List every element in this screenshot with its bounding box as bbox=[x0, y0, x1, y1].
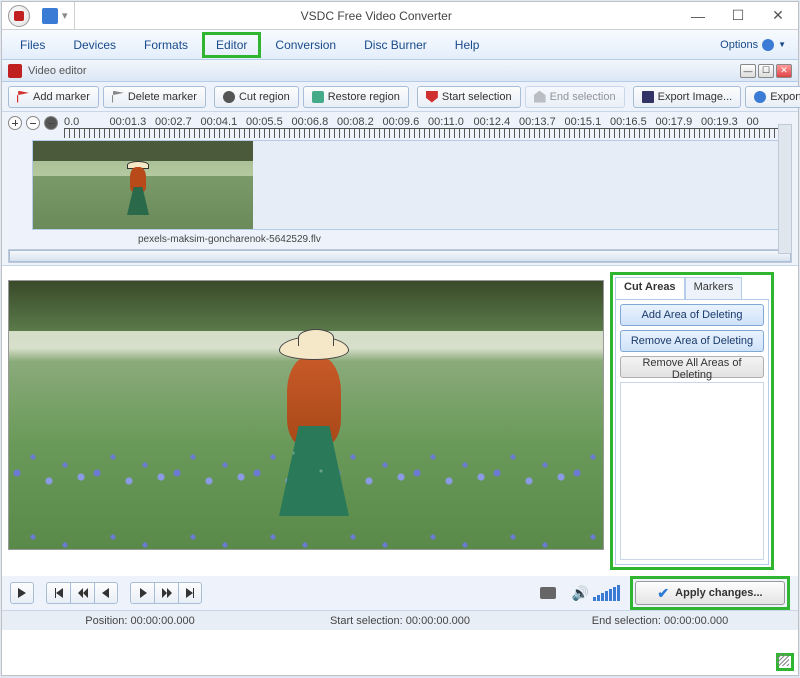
status-position: Position: 00:00:00.000 bbox=[10, 615, 270, 627]
play-button[interactable] bbox=[10, 582, 34, 604]
selection-end-icon bbox=[534, 91, 546, 103]
timeline-v-scrollbar[interactable] bbox=[778, 124, 792, 254]
timeline-h-scrollbar[interactable] bbox=[8, 249, 792, 263]
menu-conversion[interactable]: Conversion bbox=[261, 32, 350, 58]
resize-grip-highlight bbox=[776, 653, 794, 671]
playback-bar: 🔊 ✔ Apply changes... bbox=[2, 576, 798, 610]
ruler-labels: 0.000:01.300:02.700:04.100:05.500:06.800… bbox=[64, 116, 792, 128]
cut-areas-list[interactable] bbox=[620, 382, 764, 560]
clip-thumbnail[interactable] bbox=[33, 141, 253, 229]
tab-markers[interactable]: Markers bbox=[685, 277, 743, 299]
preview-area: Cut Areas Markers Add Area of Deleting R… bbox=[2, 266, 798, 576]
menu-files[interactable]: Files bbox=[6, 32, 59, 58]
quick-access-toolbar: ▾ bbox=[36, 2, 75, 29]
maximize-button[interactable]: ☐ bbox=[718, 3, 758, 29]
remove-all-areas-button[interactable]: Remove All Areas of Deleting bbox=[620, 356, 764, 378]
titlebar: ▾ VSDC Free Video Converter — ☐ ✕ bbox=[2, 2, 798, 30]
editor-title: Video editor bbox=[28, 65, 734, 77]
statusbar: Position: 00:00:00.000 Start selection: … bbox=[2, 610, 798, 630]
export-image-button[interactable]: Export Image... bbox=[633, 86, 742, 108]
go-start-button[interactable] bbox=[46, 582, 70, 604]
flag-red-icon bbox=[17, 91, 29, 103]
scissors-icon bbox=[223, 91, 235, 103]
chevron-down-icon: ▼ bbox=[778, 40, 786, 49]
menu-formats[interactable]: Formats bbox=[130, 32, 202, 58]
editor-icon bbox=[8, 64, 22, 78]
export-audio-icon bbox=[754, 91, 766, 103]
export-image-icon bbox=[642, 91, 654, 103]
subwin-minimize-button[interactable]: — bbox=[740, 64, 756, 78]
cut-region-button[interactable]: Cut region bbox=[214, 86, 299, 108]
clip-filename: pexels-maksim-goncharenok-5642529.flv bbox=[8, 232, 792, 247]
menubar: Files Devices Formats Editor Conversion … bbox=[2, 30, 798, 60]
snapshot-icon[interactable] bbox=[540, 587, 556, 599]
step-fwd-group bbox=[130, 582, 202, 604]
remove-area-button[interactable]: Remove Area of Deleting bbox=[620, 330, 764, 352]
app-icon bbox=[8, 5, 30, 27]
flag-grey-icon bbox=[112, 91, 124, 103]
menu-devices[interactable]: Devices bbox=[59, 32, 130, 58]
selection-start-icon bbox=[426, 91, 438, 103]
volume-slider[interactable] bbox=[593, 585, 620, 601]
menu-disc-burner[interactable]: Disc Burner bbox=[350, 32, 441, 58]
options-link[interactable]: Options ▼ bbox=[712, 39, 794, 51]
cut-areas-panel: Cut Areas Markers Add Area of Deleting R… bbox=[610, 272, 774, 570]
fast-fwd-button[interactable] bbox=[154, 582, 178, 604]
app-window: ▾ VSDC Free Video Converter — ☐ ✕ Files … bbox=[1, 1, 799, 676]
close-button[interactable]: ✕ bbox=[758, 3, 798, 29]
add-marker-button[interactable]: Add marker bbox=[8, 86, 99, 108]
track-empty bbox=[253, 141, 791, 229]
export-audio-button[interactable]: Export Audio... bbox=[745, 86, 800, 108]
end-selection-button[interactable]: End selection bbox=[525, 86, 625, 108]
qat-separator: ▾ bbox=[62, 9, 68, 22]
status-start-selection: Start selection: 00:00:00.000 bbox=[270, 615, 530, 627]
resize-grip[interactable] bbox=[777, 654, 789, 666]
menu-editor[interactable]: Editor bbox=[202, 32, 261, 58]
menu-help[interactable]: Help bbox=[441, 32, 494, 58]
qat-dropdown-icon[interactable] bbox=[42, 8, 58, 24]
window-controls: — ☐ ✕ bbox=[678, 3, 798, 29]
status-end-selection: End selection: 00:00:00.000 bbox=[530, 615, 790, 627]
window-title: VSDC Free Video Converter bbox=[75, 9, 678, 23]
apply-changes-highlight: ✔ Apply changes... bbox=[630, 576, 790, 610]
go-end-button[interactable] bbox=[178, 582, 202, 604]
timeline-track[interactable] bbox=[32, 140, 792, 230]
zoom-in-button[interactable] bbox=[8, 116, 22, 130]
timeline-panel: 0.000:01.300:02.700:04.100:05.500:06.800… bbox=[2, 112, 798, 266]
subwin-close-button[interactable]: ✕ bbox=[776, 64, 792, 78]
options-label: Options bbox=[720, 39, 758, 51]
rewind-button[interactable] bbox=[70, 582, 94, 604]
ruler-ticks bbox=[64, 128, 792, 138]
editor-subwindow-titlebar: Video editor — ☐ ✕ bbox=[2, 60, 798, 82]
step-back-button[interactable] bbox=[94, 582, 118, 604]
step-fwd-button[interactable] bbox=[130, 582, 154, 604]
apply-changes-button[interactable]: ✔ Apply changes... bbox=[635, 581, 785, 605]
tab-cut-areas[interactable]: Cut Areas bbox=[615, 277, 685, 299]
gear-icon bbox=[762, 39, 774, 51]
restore-region-button[interactable]: Restore region bbox=[303, 86, 409, 108]
add-area-button[interactable]: Add Area of Deleting bbox=[620, 304, 764, 326]
check-icon: ✔ bbox=[657, 585, 669, 602]
minimize-button[interactable]: — bbox=[678, 3, 718, 29]
delete-marker-button[interactable]: Delete marker bbox=[103, 86, 206, 108]
zoom-out-button[interactable] bbox=[26, 116, 40, 130]
restore-icon bbox=[312, 91, 324, 103]
zoom-fit-button[interactable] bbox=[44, 116, 58, 130]
start-selection-button[interactable]: Start selection bbox=[417, 86, 521, 108]
speaker-icon[interactable]: 🔊 bbox=[572, 585, 589, 602]
timeline-ruler[interactable]: 0.000:01.300:02.700:04.100:05.500:06.800… bbox=[64, 116, 792, 138]
subwin-maximize-button[interactable]: ☐ bbox=[758, 64, 774, 78]
editor-toolbar: Add marker Delete marker Cut region Rest… bbox=[2, 82, 798, 112]
video-preview[interactable] bbox=[8, 280, 604, 550]
step-back-group bbox=[46, 582, 118, 604]
